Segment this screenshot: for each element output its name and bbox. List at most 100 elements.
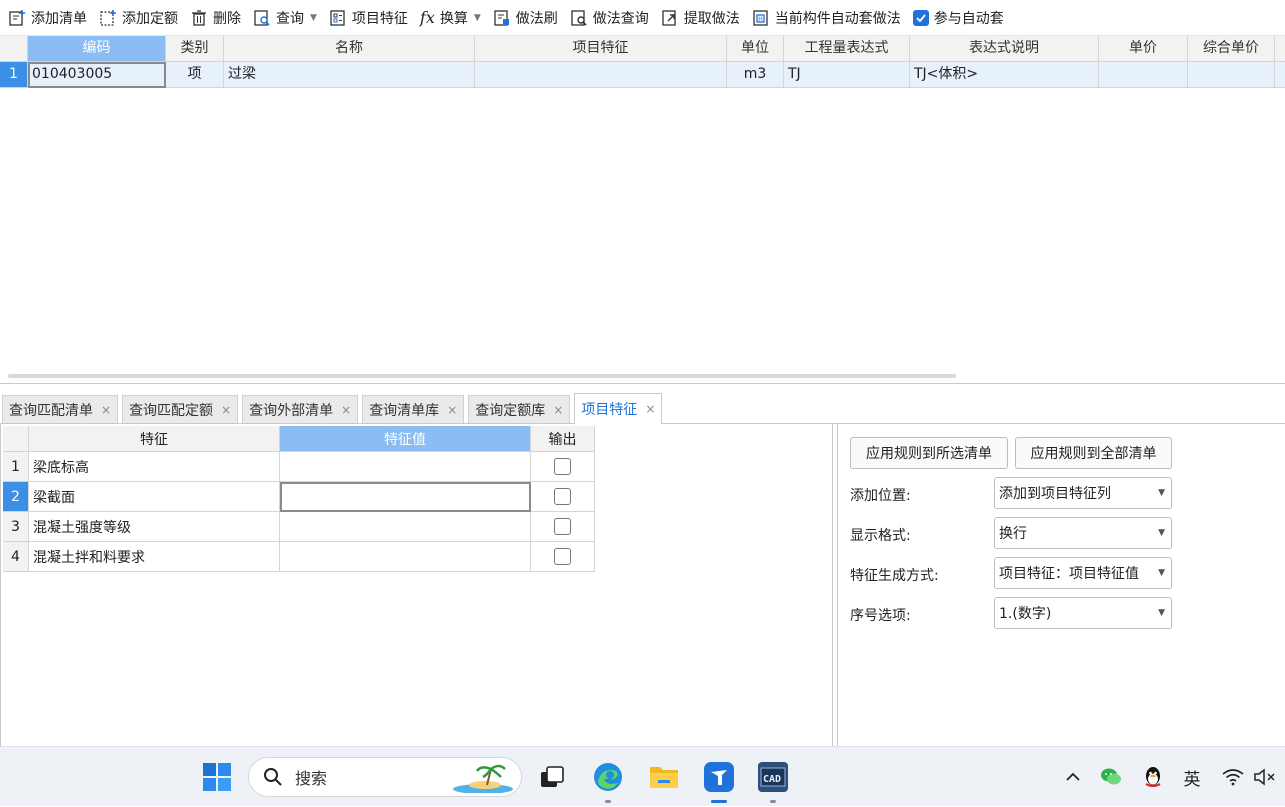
wechat-icon bbox=[1101, 768, 1121, 785]
volume-tray-button[interactable] bbox=[1250, 747, 1280, 807]
checkbox-checked-icon[interactable] bbox=[912, 9, 929, 26]
cell-feature-value[interactable] bbox=[280, 482, 531, 512]
cad-app-button[interactable]: CAD bbox=[753, 747, 793, 807]
cell-expression-desc[interactable]: TJ<体积> bbox=[910, 62, 1099, 88]
cell-feature-value[interactable] bbox=[280, 452, 531, 482]
svg-text:CAD: CAD bbox=[763, 774, 781, 785]
cell-feature-value[interactable] bbox=[280, 542, 531, 572]
column-header-price[interactable]: 单价 bbox=[1099, 36, 1188, 62]
participate-auto-checkbox[interactable]: 参与自动套 bbox=[912, 0, 1004, 36]
method-query-button[interactable]: 做法查询 bbox=[570, 0, 649, 36]
tab-query-list-library[interactable]: 查询清单库 × bbox=[362, 395, 465, 423]
table-row[interactable]: 4 混凝土拌和料要求 bbox=[3, 542, 595, 572]
row-number-header[interactable] bbox=[0, 36, 28, 62]
display-format-select[interactable]: 换行 ▼ bbox=[994, 517, 1172, 549]
output-checkbox[interactable] bbox=[554, 458, 571, 475]
cell-total-price[interactable] bbox=[1188, 62, 1275, 88]
table-row[interactable]: 2 梁截面 bbox=[3, 482, 595, 512]
method-brush-button[interactable]: 做法刷 bbox=[493, 0, 558, 36]
file-explorer-button[interactable] bbox=[644, 747, 684, 807]
chevron-down-icon: ▼ bbox=[1158, 488, 1165, 498]
close-icon[interactable]: × bbox=[341, 403, 351, 417]
column-header-unit[interactable]: 单位 bbox=[727, 36, 784, 62]
column-header-feature[interactable]: 特征 bbox=[29, 426, 280, 452]
row-number[interactable]: 1 bbox=[0, 62, 28, 88]
output-checkbox[interactable] bbox=[554, 518, 571, 535]
column-header-output[interactable]: 输出 bbox=[531, 426, 595, 452]
ime-indicator[interactable]: 英 bbox=[1178, 747, 1206, 807]
glodon-app-button[interactable] bbox=[697, 747, 741, 807]
column-header-code[interactable]: 编码 bbox=[28, 36, 166, 62]
table-row[interactable]: 3 混凝土强度等级 bbox=[3, 512, 595, 542]
cell-feature[interactable]: 混凝土拌和料要求 bbox=[29, 542, 280, 572]
close-icon[interactable]: × bbox=[645, 402, 655, 416]
cell-unit[interactable]: m3 bbox=[727, 62, 784, 88]
show-hidden-icons-button[interactable] bbox=[1062, 747, 1084, 807]
generation-method-select[interactable]: 项目特征：项目特征值 ▼ bbox=[994, 557, 1172, 589]
close-icon[interactable]: × bbox=[447, 403, 457, 417]
tab-project-feature[interactable]: 项目特征 × bbox=[574, 393, 663, 424]
extract-method-icon bbox=[662, 9, 676, 26]
close-icon[interactable]: × bbox=[221, 403, 231, 417]
row-number[interactable]: 3 bbox=[3, 512, 29, 542]
taskbar-search[interactable]: 搜索 bbox=[248, 757, 522, 797]
close-icon[interactable]: × bbox=[553, 403, 563, 417]
output-checkbox[interactable] bbox=[554, 548, 571, 565]
table-row[interactable]: 1 010403005 项 过梁 m3 TJ TJ<体积> bbox=[0, 62, 1285, 88]
horizontal-scrollbar[interactable] bbox=[8, 374, 956, 378]
wechat-tray-button[interactable] bbox=[1098, 747, 1124, 807]
table-row[interactable]: 1 梁底标高 bbox=[3, 452, 595, 482]
cell-feature[interactable]: 梁底标高 bbox=[29, 452, 280, 482]
query-icon bbox=[254, 9, 270, 26]
column-header-expression-desc[interactable]: 表达式说明 bbox=[910, 36, 1099, 62]
output-checkbox[interactable] bbox=[554, 488, 571, 505]
cell-price[interactable] bbox=[1099, 62, 1188, 88]
query-button[interactable]: 查询 ▼ bbox=[253, 0, 317, 36]
add-position-select[interactable]: 添加到项目特征列 ▼ bbox=[994, 477, 1172, 509]
extract-method-button[interactable]: 提取做法 bbox=[661, 0, 740, 36]
tab-query-match-list[interactable]: 查询匹配清单 × bbox=[2, 395, 119, 423]
column-header-name[interactable]: 名称 bbox=[224, 36, 475, 62]
close-icon[interactable]: × bbox=[101, 403, 111, 417]
tab-query-external-list[interactable]: 查询外部清单 × bbox=[242, 395, 359, 423]
qq-tray-button[interactable] bbox=[1140, 747, 1166, 807]
column-header-type[interactable]: 类别 bbox=[166, 36, 224, 62]
cell-feature[interactable] bbox=[475, 62, 727, 88]
cell-type[interactable]: 项 bbox=[166, 62, 224, 88]
row-number[interactable]: 4 bbox=[3, 542, 29, 572]
project-feature-icon bbox=[330, 9, 345, 26]
cell-expression[interactable]: TJ bbox=[784, 62, 910, 88]
add-quota-button[interactable]: 添加定额 bbox=[99, 0, 178, 36]
delete-button[interactable]: 删除 bbox=[190, 0, 241, 36]
start-button[interactable] bbox=[198, 747, 236, 807]
cell-feature[interactable]: 混凝土强度等级 bbox=[29, 512, 280, 542]
query-dropdown-icon[interactable]: ▼ bbox=[310, 13, 317, 23]
cell-name[interactable]: 过梁 bbox=[224, 62, 475, 88]
project-feature-button[interactable]: 项目特征 bbox=[329, 0, 408, 36]
column-header-total-price[interactable]: 综合单价 bbox=[1188, 36, 1275, 62]
task-view-button[interactable] bbox=[534, 747, 570, 807]
column-header-expression[interactable]: 工程量表达式 bbox=[784, 36, 910, 62]
serial-option-select[interactable]: 1.(数字) ▼ bbox=[994, 597, 1172, 629]
edge-browser-button[interactable] bbox=[588, 747, 628, 807]
method-brush-label: 做法刷 bbox=[515, 10, 558, 27]
cell-code[interactable]: 010403005 bbox=[28, 62, 166, 88]
row-number[interactable]: 1 bbox=[3, 452, 29, 482]
auto-apply-button[interactable]: H 当前构件自动套做法 bbox=[752, 0, 901, 36]
convert-dropdown-icon[interactable]: ▼ bbox=[474, 13, 481, 23]
cell-feature-value[interactable] bbox=[280, 512, 531, 542]
tab-label: 查询清单库 bbox=[369, 402, 440, 419]
column-header-feature[interactable]: 项目特征 bbox=[475, 36, 727, 62]
wifi-tray-button[interactable] bbox=[1220, 747, 1246, 807]
chevron-up-icon bbox=[1066, 772, 1080, 781]
convert-button[interactable]: 𝑓x 换算 ▼ bbox=[420, 0, 481, 36]
column-header-feature-value[interactable]: 特征值 bbox=[280, 426, 531, 452]
row-number-header[interactable] bbox=[3, 426, 29, 452]
apply-selected-button[interactable]: 应用规则到所选清单 bbox=[850, 437, 1008, 469]
apply-all-button[interactable]: 应用规则到全部清单 bbox=[1015, 437, 1172, 469]
row-number[interactable]: 2 bbox=[3, 482, 29, 512]
cell-feature[interactable]: 梁截面 bbox=[29, 482, 280, 512]
tab-query-match-quota[interactable]: 查询匹配定额 × bbox=[122, 395, 239, 423]
add-list-button[interactable]: 添加清单 bbox=[8, 0, 87, 36]
tab-query-quota-library[interactable]: 查询定额库 × bbox=[468, 395, 571, 423]
